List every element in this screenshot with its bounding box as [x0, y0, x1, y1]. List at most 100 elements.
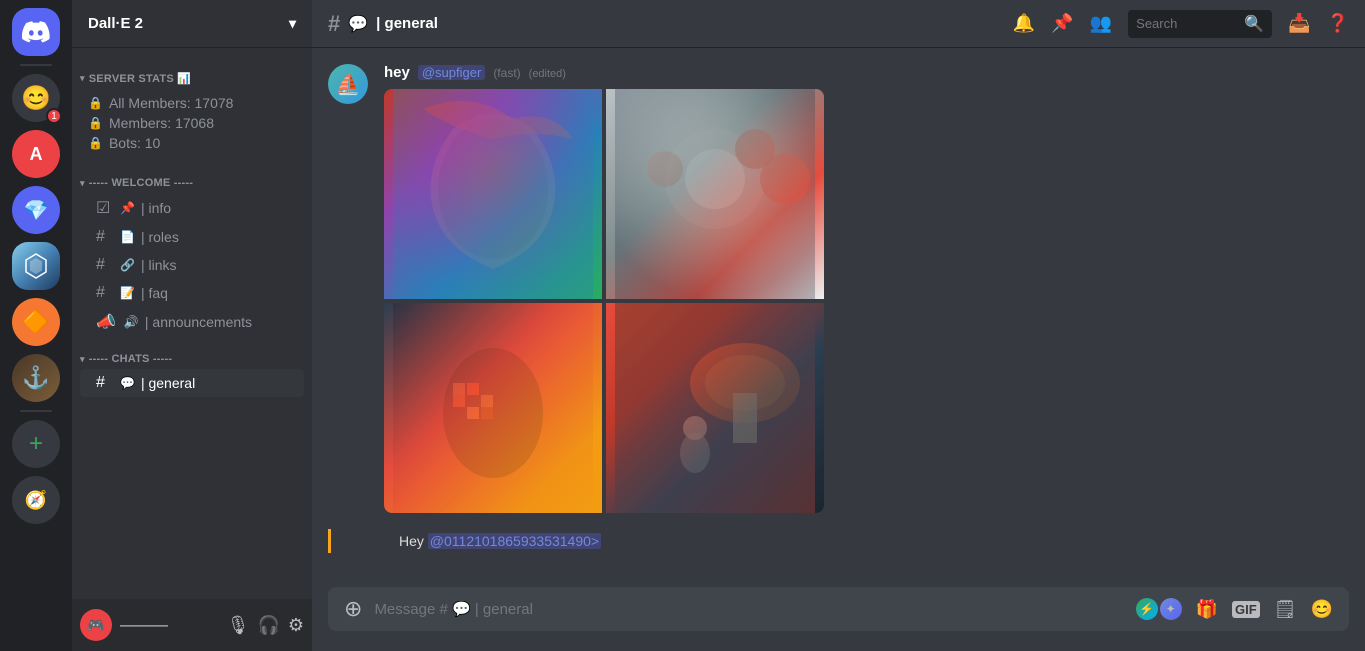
hash-add-icon[interactable]: 🔔: [1013, 13, 1035, 34]
pending-prefix: Hey: [399, 533, 428, 549]
user-avatar: 🎮: [80, 609, 112, 641]
art-overlay-3: [384, 303, 602, 513]
chevron-down-icon: ▾: [289, 15, 296, 32]
link-icon: 🔗: [120, 258, 135, 272]
search-icon: 🔍: [1244, 14, 1264, 34]
channel-list: ▾ SERVER STATS 📊 🔒 All Members: 17078 🔒 …: [72, 48, 312, 599]
add-server-button[interactable]: +: [12, 420, 60, 468]
category-arrow-icon-3: ▾: [80, 354, 85, 365]
channel-roles[interactable]: # 📄 | roles: [80, 223, 304, 251]
message-avatar: ⛵: [328, 64, 368, 104]
channel-links-label: | links: [141, 257, 177, 273]
grid-image-1[interactable]: [384, 89, 602, 299]
nitro-boost-icon[interactable]: ⚡: [1136, 598, 1158, 620]
sticker-icon[interactable]: 🗒: [1274, 599, 1297, 620]
category-arrow-icon: ▾: [80, 73, 85, 84]
server-icon-dalle[interactable]: [12, 242, 60, 290]
stat-bots: 🔒 Bots: 10: [88, 133, 296, 153]
deafen-button[interactable]: 🎧: [257, 615, 279, 636]
grid-image-3[interactable]: [384, 303, 602, 513]
search-bar[interactable]: 🔍: [1128, 10, 1272, 38]
message-meta: hey @supfiger (fast) (edited): [384, 64, 1349, 81]
inbox-icon[interactable]: 📥: [1288, 13, 1310, 34]
server-icon-smiley[interactable]: 😊 1: [12, 74, 60, 122]
server-icon-pirate[interactable]: ⚓: [12, 354, 60, 402]
user-panel: 🎮 ———— 🎙 🎧 ⚙: [72, 599, 312, 651]
announce-sub-icon: 🔊: [124, 315, 139, 329]
channel-announcements[interactable]: 📣 🔊 | announcements: [80, 307, 304, 337]
footer-controls: 🎙 🎧 ⚙: [227, 615, 304, 636]
server-divider: [20, 64, 52, 66]
checkbox-icon: ☑: [96, 198, 112, 218]
server-sidebar: 😊 1 A 💎 🔶 ⚓ + 🧭: [0, 0, 72, 651]
category-welcome[interactable]: ▾ ----- WELCOME -----: [72, 161, 312, 193]
main-content: # 💬 hey | general 🔔 📌 👥 🔍 📥 ❓ ⛵ hey: [312, 0, 1365, 651]
message-add-button[interactable]: ⊕: [344, 596, 362, 622]
server-name-header[interactable]: Dall·E 2 ▾: [72, 0, 312, 48]
input-right-icons: ⚡ ✦ 🎁 GIF 🗒 😊: [1136, 598, 1333, 620]
stat-all-members: 🔒 All Members: 17078: [88, 93, 296, 113]
category-welcome-label: ----- WELCOME -----: [89, 177, 193, 189]
roles-icon: 📄: [120, 230, 135, 244]
channel-general[interactable]: # 💬 | general: [80, 369, 304, 397]
message-group: ⛵ hey @supfiger (fast) (edited): [328, 64, 1349, 513]
message-edited: (edited): [529, 68, 566, 80]
hash-icon-4: #: [96, 374, 112, 392]
server-stats-section: 🔒 All Members: 17078 🔒 Members: 17068 🔒 …: [72, 89, 312, 161]
channel-faq-label: | faq: [141, 285, 168, 301]
hash-icon: #: [96, 228, 112, 246]
mute-button[interactable]: 🎙: [227, 615, 250, 636]
settings-button[interactable]: ⚙: [288, 615, 304, 636]
pending-mention: @0112101865933531490>: [428, 533, 601, 549]
channel-general-label: | general: [141, 375, 195, 391]
emoji-button[interactable]: 😊: [1311, 599, 1333, 620]
pending-text: Hey @0112101865933531490>: [399, 533, 601, 549]
members-icon[interactable]: 👥: [1090, 13, 1112, 34]
pending-message: Hey @0112101865933531490>: [328, 529, 1349, 553]
server-icon-red[interactable]: A: [12, 130, 60, 178]
pin-header-icon[interactable]: 📌: [1051, 13, 1073, 34]
channel-announcements-label: | announcements: [145, 314, 252, 330]
search-input[interactable]: [1136, 16, 1238, 31]
message-tag: (fast): [493, 66, 520, 80]
faq-icon: 📝: [120, 286, 135, 300]
channel-sidebar: Dall·E 2 ▾ ▾ SERVER STATS 📊 🔒 All Member…: [72, 0, 312, 651]
category-server-stats[interactable]: ▾ SERVER STATS 📊: [72, 56, 312, 89]
channel-faq[interactable]: # 📝 | faq: [80, 279, 304, 307]
art-overlay-4: [606, 303, 824, 513]
server-icon-purple[interactable]: 💎: [12, 186, 60, 234]
channel-links[interactable]: # 🔗 | links: [80, 251, 304, 279]
server-icon-discord-home[interactable]: [12, 8, 60, 56]
stat-members-label: Members: 17068: [109, 115, 214, 131]
nitro-icon[interactable]: ✦: [1160, 598, 1182, 620]
grid-image-2[interactable]: [606, 89, 824, 299]
lock-icon-3: 🔒: [88, 136, 103, 150]
server-badge: 1: [46, 108, 62, 124]
hash-icon-3: #: [96, 284, 112, 302]
message-input-area: ⊕ ⚡ ✦ 🎁 GIF 🗒 😊: [312, 587, 1365, 651]
gift-icon[interactable]: 🎁: [1196, 599, 1218, 620]
help-icon[interactable]: ❓: [1327, 13, 1349, 34]
grid-image-4[interactable]: [606, 303, 824, 513]
discover-server-button[interactable]: 🧭: [12, 476, 60, 524]
general-chat-icon: 💬: [120, 376, 135, 390]
category-chats[interactable]: ▾ ----- CHATS -----: [72, 337, 312, 369]
channel-roles-label: | roles: [141, 229, 179, 245]
pin-icon: 📌: [120, 201, 135, 215]
mention-tag: @supfiger: [418, 65, 485, 80]
lock-icon: 🔒: [88, 96, 103, 110]
message-input[interactable]: [374, 601, 1123, 618]
username-label: ————: [120, 618, 219, 632]
gif-button[interactable]: GIF: [1232, 601, 1260, 618]
category-label: SERVER STATS 📊: [89, 72, 191, 85]
server-icon-orange[interactable]: 🔶: [12, 298, 60, 346]
channel-info-label: | info: [141, 200, 171, 216]
art-overlay-1: [384, 89, 602, 299]
category-arrow-icon-2: ▾: [80, 178, 85, 189]
category-chats-label: ----- CHATS -----: [89, 353, 173, 365]
header-channel-info: # 💬 hey | general: [328, 11, 438, 37]
header-hash-icon: #: [328, 11, 340, 37]
messages-area: ⛵ hey @supfiger (fast) (edited): [312, 48, 1365, 587]
channel-info[interactable]: ☑ 📌 | info: [80, 193, 304, 223]
message-author: hey: [384, 64, 410, 81]
